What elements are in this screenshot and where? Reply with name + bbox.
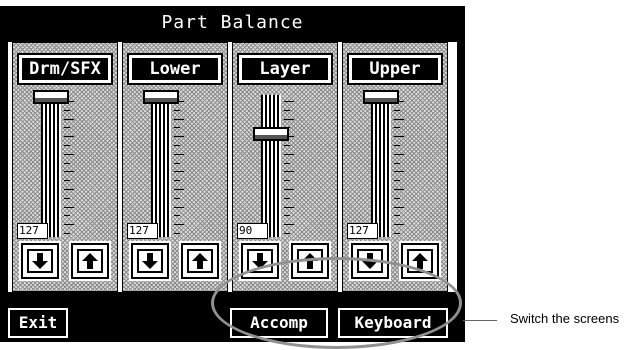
part-column-upper: Upper 127 [342,42,448,292]
scale-tick [174,206,184,208]
scale-tick [394,118,404,120]
caption-leader-line [463,320,497,321]
scale-tick [174,145,180,146]
level-value: 127 [17,223,48,239]
scale-tick [174,127,180,129]
scale-tick [174,136,184,138]
up-arrow-icon [82,253,98,269]
scale-tick [64,145,70,146]
part-column-lower: Lower 127 [122,42,228,292]
scale-tick [64,118,74,120]
scale-tick [174,162,180,164]
scale-tick [174,153,184,155]
part-label-upper: Upper [347,53,443,85]
scale-tick [174,233,180,234]
level-value: 90 [237,223,268,239]
scale-tick [64,233,70,234]
scale-tick [64,197,70,199]
slider-track[interactable] [371,95,391,237]
scale-tick [64,136,74,138]
down-arrow-icon [142,253,158,269]
scale-tick [284,101,294,102]
scale-tick [174,109,180,111]
slider-scale [284,101,296,235]
scale-tick [284,215,290,217]
scale-tick [64,127,70,129]
scale-tick [394,206,404,208]
scale-tick [64,171,74,173]
scale-tick [284,153,294,155]
level-down-button[interactable] [19,241,61,281]
scale-tick [284,189,294,190]
level-up-button[interactable] [179,241,221,281]
slider-scale [394,101,406,235]
scale-tick [394,189,404,190]
scale-tick [284,233,290,234]
scale-tick [284,224,294,226]
level-down-button[interactable] [129,241,171,281]
highlight-oval [211,257,462,349]
slider-knob[interactable] [143,90,179,104]
part-column-layer: Layer 90 [232,42,338,292]
scale-tick [394,153,404,155]
scale-tick [174,197,180,199]
part-label-drm-sfx: Drm/SFX [17,53,113,85]
scale-tick [174,171,184,173]
scale-tick [394,162,400,164]
scale-tick [174,224,184,226]
scale-tick [394,145,400,146]
slider-scale [64,101,76,235]
slider-track[interactable] [151,95,171,237]
scale-tick [64,153,74,155]
level-up-button[interactable] [69,241,111,281]
scale-tick [64,109,70,111]
caption-text: Switch the screens [510,311,620,326]
part-label-lower: Lower [127,53,223,85]
part-panel: Drm/SFX 127 Lower 127 Layer 90 Upper 127 [8,42,457,292]
scale-tick [284,206,294,208]
scale-tick [284,171,294,173]
scale-tick [284,162,290,164]
scale-tick [394,127,400,129]
slider-knob[interactable] [253,126,289,141]
slider-track[interactable] [261,95,281,237]
down-arrow-icon [32,253,48,269]
scale-tick [284,118,294,120]
part-column-drm-sfx: Drm/SFX 127 [12,42,118,292]
scale-tick [64,224,74,226]
slider-track[interactable] [41,95,61,237]
scale-tick [174,189,184,190]
scale-tick [394,171,404,173]
slider-scale [174,101,186,235]
scale-tick [284,145,290,146]
scale-tick [284,109,290,111]
scale-tick [284,197,290,199]
scale-tick [394,224,404,226]
scale-tick [174,118,184,120]
scale-tick [284,180,290,182]
scale-tick [394,180,400,182]
scale-tick [64,162,70,164]
level-value: 127 [127,223,158,239]
scale-tick [394,136,404,138]
scale-tick [394,109,400,111]
slider-knob[interactable] [33,90,69,104]
scale-tick [174,215,180,217]
scale-tick [64,215,70,217]
scale-tick [64,180,70,182]
level-value: 127 [347,223,378,239]
scale-tick [174,180,180,182]
part-label-layer: Layer [237,53,333,85]
scale-tick [394,197,400,199]
scale-tick [394,215,400,217]
up-arrow-icon [192,253,208,269]
exit-button[interactable]: Exit [6,306,70,340]
scale-tick [64,206,74,208]
scale-tick [394,233,400,234]
screen-title: Part Balance [161,12,304,33]
slider-knob[interactable] [363,90,399,104]
scale-tick [64,189,74,190]
